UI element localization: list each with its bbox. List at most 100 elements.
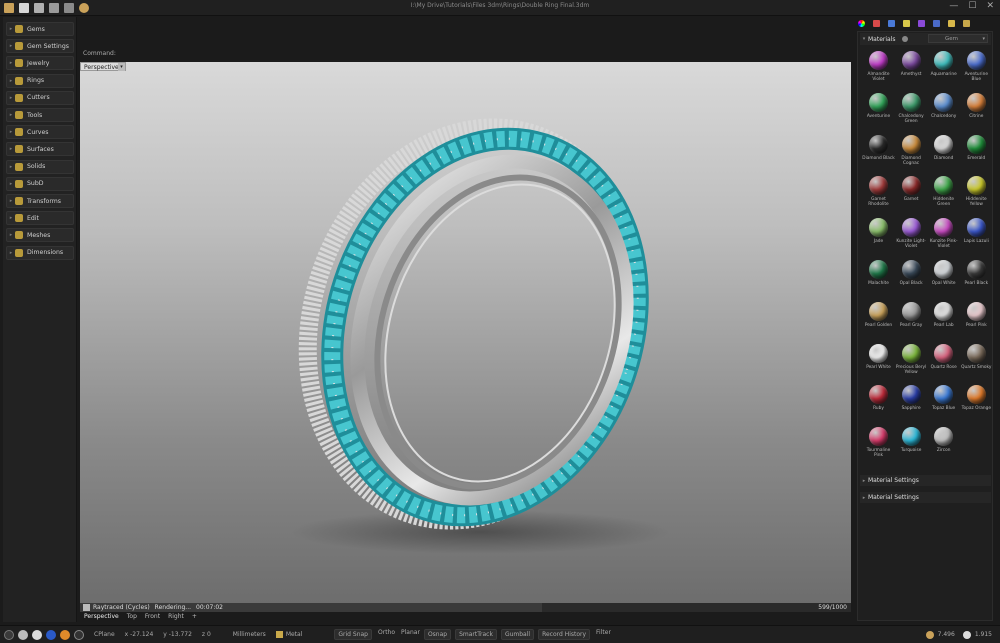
panel-surfaces[interactable]: ▸ Surfaces <box>6 142 74 157</box>
chevron-right-icon[interactable]: ▸ <box>7 198 15 204</box>
properties-tab-icon[interactable] <box>948 19 955 27</box>
chevron-right-icon[interactable]: ▸ <box>7 60 15 66</box>
material-zircon[interactable]: Zircon <box>927 425 960 466</box>
units-label[interactable]: Millimeters <box>233 631 266 638</box>
cursor-icon[interactable] <box>74 629 84 640</box>
material-settings-section-2[interactable]: ▸ Material Settings <box>860 492 991 503</box>
panel-tools[interactable]: ▸ Tools <box>6 108 74 122</box>
material-opal-white[interactable]: Opal White <box>927 258 960 299</box>
material-sapphire[interactable]: Sapphire <box>895 383 928 424</box>
panel-rings[interactable]: ▸ Rings <box>6 73 74 88</box>
chevron-down-icon[interactable]: ▾ <box>860 36 868 42</box>
environment-tab-icon[interactable] <box>888 19 895 27</box>
panel-gems[interactable]: ▸ Gems <box>6 22 74 36</box>
material-diamond[interactable]: Diamond <box>927 133 960 174</box>
material-topaz-orange[interactable]: Topaz Orange <box>960 383 993 424</box>
chevron-down-icon[interactable]: ▾ <box>118 63 125 71</box>
panel-transforms[interactable]: ▸ Transforms <box>6 194 74 208</box>
material-settings-section-1[interactable]: ▸ Material Settings <box>860 475 991 486</box>
material-diamond-black[interactable]: Diamond Black <box>862 133 895 174</box>
chevron-right-icon[interactable]: ▸ <box>7 43 15 49</box>
panel-jewelry[interactable]: ▸ Jewelry <box>6 56 74 71</box>
layers-tab-icon[interactable] <box>918 19 925 27</box>
material-quartz-rose[interactable]: Quartz Rose <box>927 342 960 383</box>
rendered-display-icon[interactable] <box>32 629 42 640</box>
toggle-gumball[interactable]: Gumball <box>500 629 535 640</box>
material-malachite[interactable]: Malachite <box>862 258 895 299</box>
material-precious-beryl-yellow[interactable]: Precious Beryl Yellow <box>895 342 928 383</box>
help-tab-icon[interactable] <box>963 19 970 27</box>
cplane-label[interactable]: CPlane <box>94 631 115 638</box>
material-kunzite-pink-violet[interactable]: Kunzite Pink-Violet <box>927 216 960 257</box>
toggle-ortho[interactable]: Ortho <box>378 629 395 640</box>
chevron-right-icon[interactable]: ▸ <box>7 112 15 118</box>
chevron-right-icon[interactable]: ▸ <box>7 250 15 256</box>
minimize-button[interactable]: — <box>949 1 958 11</box>
material-almandite-violet[interactable]: Almandite Violet <box>862 49 895 90</box>
material-hiddenite-green[interactable]: Hiddenite Green <box>927 174 960 215</box>
viewport-tab-perspective[interactable]: Perspective ▾ <box>80 62 126 71</box>
material-pearl-white[interactable]: Pearl White <box>862 342 895 383</box>
chevron-right-icon[interactable]: ▸ <box>860 478 868 484</box>
materials-tab-icon[interactable] <box>873 19 880 27</box>
view-tab-perspective[interactable]: Perspective <box>84 613 119 623</box>
raytraced-display-icon[interactable] <box>60 629 70 640</box>
view-tab-front[interactable]: Front <box>145 613 160 623</box>
material-opal-black[interactable]: Opal Black <box>895 258 928 299</box>
material-lapis-lazuli[interactable]: Lapis Lazuli <box>960 216 993 257</box>
ghosted-display-icon[interactable] <box>46 629 56 640</box>
toggle-filter[interactable]: Filter <box>596 629 611 640</box>
toggle-grid-snap[interactable]: Grid Snap <box>334 629 372 640</box>
material-jade[interactable]: Jade <box>862 216 895 257</box>
material-quartz-smoky[interactable]: Quartz Smoky <box>960 342 993 383</box>
material-aventurine-blue[interactable]: Aventurine Blue <box>960 49 993 90</box>
wireframe-display-icon[interactable] <box>4 629 14 640</box>
panel-meshes[interactable]: ▸ Meshes <box>6 228 74 243</box>
material-pearl-lab[interactable]: Pearl Lab <box>927 300 960 341</box>
toggle-record-history[interactable]: Record History <box>538 629 591 640</box>
material-turquoise[interactable]: Turquoise <box>895 425 928 466</box>
panel-solids[interactable]: ▸ Solids <box>6 159 74 174</box>
material-pearl-gray[interactable]: Pearl Gray <box>895 300 928 341</box>
current-layer[interactable]: Metal <box>275 631 302 638</box>
chevron-right-icon[interactable]: ▸ <box>7 129 15 135</box>
material-preview-icon[interactable] <box>901 36 908 42</box>
folder-icon[interactable] <box>903 19 910 27</box>
material-pearl-golden[interactable]: Pearl Golden <box>862 300 895 341</box>
chevron-right-icon[interactable]: ▸ <box>7 146 15 152</box>
panel-subd[interactable]: ▸ SubD <box>6 176 74 191</box>
add-viewport-tab-button[interactable]: + <box>192 613 197 623</box>
chevron-right-icon[interactable]: ▸ <box>7 215 15 221</box>
color-wheel-icon[interactable] <box>858 19 865 27</box>
material-topaz-blue[interactable]: Topaz Blue <box>927 383 960 424</box>
material-garnet[interactable]: Garnet <box>895 174 928 215</box>
close-button[interactable]: ✕ <box>986 1 994 11</box>
material-kunzite-light-violet[interactable]: Kunzite Light-Violet <box>895 216 928 257</box>
material-chalcedony[interactable]: Chalcedony <box>927 91 960 132</box>
material-garnet-rhodolite[interactable]: Garnet Rhodolite <box>862 174 895 215</box>
panel-dimensions[interactable]: ▸ Dimensions <box>6 245 74 260</box>
view-tab-top[interactable]: Top <box>127 613 137 623</box>
panel-cutters[interactable]: ▸ Cutters <box>6 90 74 105</box>
perspective-viewport[interactable] <box>80 62 851 603</box>
view-tab-right[interactable]: Right <box>168 613 184 623</box>
panel-gem-settings[interactable]: ▸ Gem Settings <box>6 39 74 54</box>
toggle-planar[interactable]: Planar <box>401 629 420 640</box>
chevron-right-icon[interactable]: ▸ <box>7 164 15 170</box>
chevron-right-icon[interactable]: ▸ <box>7 26 15 32</box>
material-hiddenite-yellow[interactable]: Hiddenite Yellow <box>960 174 993 215</box>
chevron-right-icon[interactable]: ▸ <box>7 181 15 187</box>
material-chalcedony-green[interactable]: Chalcedony Green <box>895 91 928 132</box>
material-aquamarine[interactable]: Aquamarine <box>927 49 960 90</box>
material-diamond-cognac[interactable]: Diamond Cognac <box>895 133 928 174</box>
material-pearl-pink[interactable]: Pearl Pink <box>960 300 993 341</box>
chevron-right-icon[interactable]: ▸ <box>7 95 15 101</box>
material-category-dropdown[interactable]: Gem ▾ <box>928 34 988 43</box>
panel-edit[interactable]: ▸ Edit <box>6 211 74 226</box>
material-citrine[interactable]: Citrine <box>960 91 993 132</box>
toggle-smarttrack[interactable]: SmartTrack <box>455 629 497 640</box>
maximize-button[interactable]: ☐ <box>968 1 976 11</box>
panel-curves[interactable]: ▸ Curves <box>6 125 74 140</box>
toggle-osnap[interactable]: Osnap <box>423 629 452 640</box>
material-aventurine[interactable]: Aventurine <box>862 91 895 132</box>
